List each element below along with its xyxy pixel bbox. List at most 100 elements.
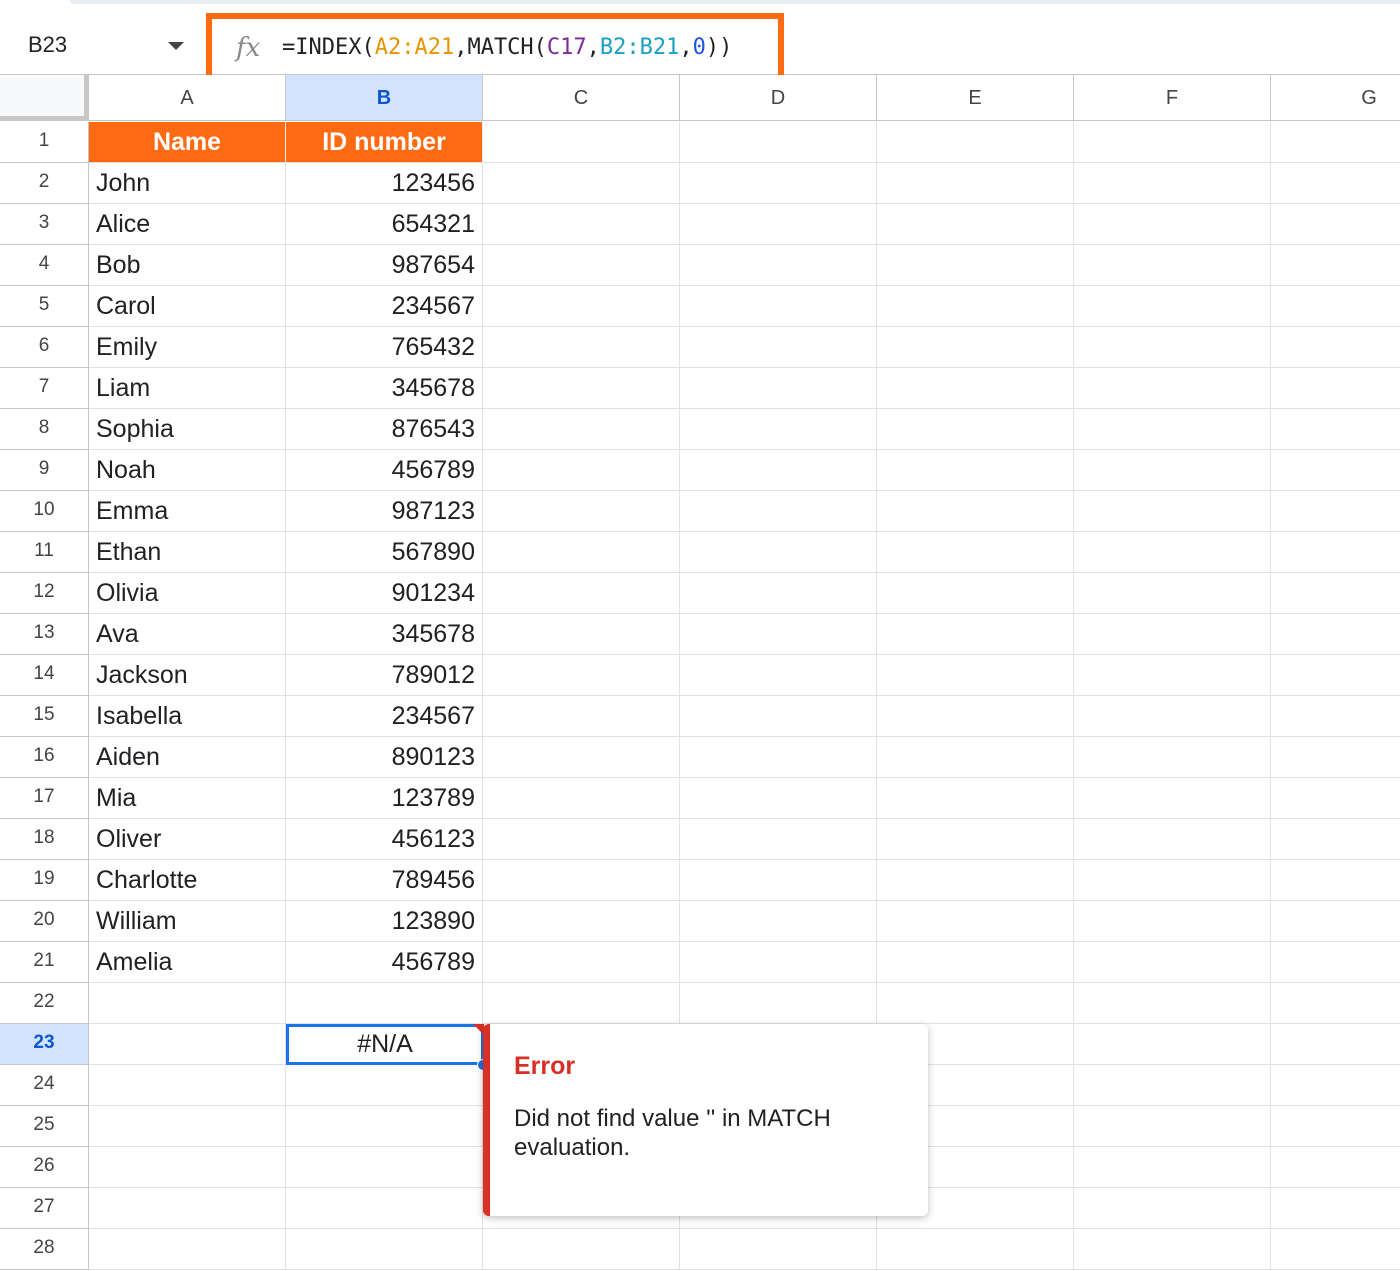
cell-d11[interactable] [680, 532, 877, 573]
cell-g13[interactable] [1271, 614, 1400, 655]
name-box-dropdown-icon[interactable] [168, 42, 184, 50]
column-header-c[interactable]: C [483, 75, 680, 121]
column-header-b[interactable]: B [286, 75, 483, 121]
cell-e4[interactable] [877, 245, 1074, 286]
cell-g26[interactable] [1271, 1147, 1400, 1188]
cell-f17[interactable] [1074, 778, 1271, 819]
cell-a21[interactable]: Amelia [89, 942, 286, 983]
cell-e9[interactable] [877, 450, 1074, 491]
cell-e5[interactable] [877, 286, 1074, 327]
cell-b25[interactable] [286, 1106, 483, 1147]
cell-e8[interactable] [877, 409, 1074, 450]
row-header[interactable]: 5 [0, 286, 89, 327]
cell-b19[interactable]: 789456 [286, 860, 483, 901]
cell-e1[interactable] [877, 122, 1074, 163]
cell-g11[interactable] [1271, 532, 1400, 573]
cell-d9[interactable] [680, 450, 877, 491]
cell-d3[interactable] [680, 204, 877, 245]
cell-e2[interactable] [877, 163, 1074, 204]
cell-b1[interactable]: ID number [286, 122, 483, 163]
cell-b7[interactable]: 345678 [286, 368, 483, 409]
cell-b17[interactable]: 123789 [286, 778, 483, 819]
cell-d20[interactable] [680, 901, 877, 942]
row-header[interactable]: 28 [0, 1229, 89, 1270]
cell-g14[interactable] [1271, 655, 1400, 696]
cell-f19[interactable] [1074, 860, 1271, 901]
cell-a26[interactable] [89, 1147, 286, 1188]
cell-a22[interactable] [89, 983, 286, 1024]
cell-e18[interactable] [877, 819, 1074, 860]
cell-d2[interactable] [680, 163, 877, 204]
row-header[interactable]: 23 [0, 1024, 89, 1065]
cell-g9[interactable] [1271, 450, 1400, 491]
cell-b28[interactable] [286, 1229, 483, 1270]
cell-a27[interactable] [89, 1188, 286, 1229]
column-header-f[interactable]: F [1074, 75, 1271, 121]
cell-f9[interactable] [1074, 450, 1271, 491]
cell-e17[interactable] [877, 778, 1074, 819]
cell-f24[interactable] [1074, 1065, 1271, 1106]
cell-a4[interactable]: Bob [89, 245, 286, 286]
cell-c11[interactable] [483, 532, 680, 573]
active-cell[interactable]: #N/A [286, 1024, 484, 1065]
cell-a20[interactable]: William [89, 901, 286, 942]
cell-g24[interactable] [1271, 1065, 1400, 1106]
row-header[interactable]: 12 [0, 573, 89, 614]
cell-b11[interactable]: 567890 [286, 532, 483, 573]
cell-f12[interactable] [1074, 573, 1271, 614]
cell-b16[interactable]: 890123 [286, 737, 483, 778]
cell-g4[interactable] [1271, 245, 1400, 286]
row-header[interactable]: 22 [0, 983, 89, 1024]
cell-f13[interactable] [1074, 614, 1271, 655]
cell-c28[interactable] [483, 1229, 680, 1270]
column-header-a[interactable]: A [89, 75, 286, 121]
cell-c18[interactable] [483, 819, 680, 860]
cell-e21[interactable] [877, 942, 1074, 983]
cell-b5[interactable]: 234567 [286, 286, 483, 327]
cell-a17[interactable]: Mia [89, 778, 286, 819]
cell-e3[interactable] [877, 204, 1074, 245]
cell-d1[interactable] [680, 122, 877, 163]
cell-f14[interactable] [1074, 655, 1271, 696]
cell-e11[interactable] [877, 532, 1074, 573]
cell-g15[interactable] [1271, 696, 1400, 737]
cell-g19[interactable] [1271, 860, 1400, 901]
cell-g8[interactable] [1271, 409, 1400, 450]
cell-b6[interactable]: 765432 [286, 327, 483, 368]
cell-g12[interactable] [1271, 573, 1400, 614]
cell-f4[interactable] [1074, 245, 1271, 286]
cell-d4[interactable] [680, 245, 877, 286]
cell-g25[interactable] [1271, 1106, 1400, 1147]
cell-g16[interactable] [1271, 737, 1400, 778]
cell-c17[interactable] [483, 778, 680, 819]
cell-g23[interactable] [1271, 1024, 1400, 1065]
cell-f15[interactable] [1074, 696, 1271, 737]
cell-a9[interactable]: Noah [89, 450, 286, 491]
column-header-g[interactable]: G [1271, 75, 1400, 121]
cell-f25[interactable] [1074, 1106, 1271, 1147]
cell-b4[interactable]: 987654 [286, 245, 483, 286]
column-header-d[interactable]: D [680, 75, 877, 121]
cell-c12[interactable] [483, 573, 680, 614]
cell-b10[interactable]: 987123 [286, 491, 483, 532]
row-header[interactable]: 21 [0, 942, 89, 983]
cell-c15[interactable] [483, 696, 680, 737]
row-header[interactable]: 19 [0, 860, 89, 901]
cell-c19[interactable] [483, 860, 680, 901]
cell-g22[interactable] [1271, 983, 1400, 1024]
cell-c1[interactable] [483, 122, 680, 163]
cell-d8[interactable] [680, 409, 877, 450]
cell-f11[interactable] [1074, 532, 1271, 573]
cell-b27[interactable] [286, 1188, 483, 1229]
cell-d17[interactable] [680, 778, 877, 819]
row-header[interactable]: 15 [0, 696, 89, 737]
cell-a7[interactable]: Liam [89, 368, 286, 409]
cell-f8[interactable] [1074, 409, 1271, 450]
cell-c9[interactable] [483, 450, 680, 491]
cell-a19[interactable]: Charlotte [89, 860, 286, 901]
cell-f23[interactable] [1074, 1024, 1271, 1065]
row-header[interactable]: 13 [0, 614, 89, 655]
row-header[interactable]: 20 [0, 901, 89, 942]
cell-a18[interactable]: Oliver [89, 819, 286, 860]
cell-g6[interactable] [1271, 327, 1400, 368]
